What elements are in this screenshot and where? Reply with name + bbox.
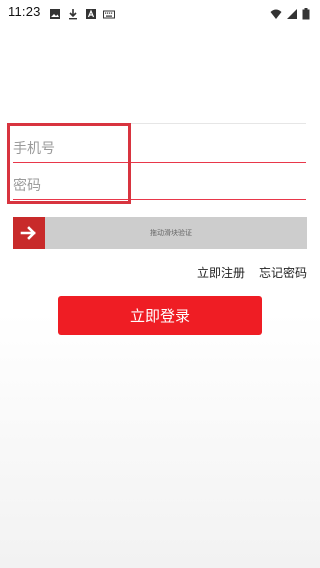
image-icon: [49, 5, 61, 19]
register-link[interactable]: 立即注册: [197, 264, 245, 281]
status-bar: 11:23: [0, 0, 320, 22]
status-time: 11:23: [8, 3, 41, 19]
wifi-icon: [270, 5, 282, 19]
battery-icon: [302, 5, 314, 20]
phone-field[interactable]: [13, 136, 306, 162]
system-icons: [270, 5, 314, 20]
signal-icon: [286, 5, 298, 19]
form-top-divider: [130, 123, 306, 124]
slider-captcha[interactable]: 拖动滑块验证: [13, 217, 307, 249]
password-field[interactable]: [13, 173, 306, 199]
download-icon: [67, 5, 79, 20]
password-underline: [13, 199, 306, 200]
phone-underline: [13, 162, 306, 163]
slider-hint: 拖动滑块验证: [150, 229, 192, 237]
keyboard-icon: [102, 5, 115, 19]
slider-handle[interactable]: [13, 217, 45, 249]
arrow-right-icon: [20, 226, 36, 240]
phone-input[interactable]: [13, 141, 306, 162]
auth-links: 立即注册 忘记密码: [197, 264, 307, 281]
login-button[interactable]: 立即登录: [58, 296, 262, 335]
forgot-password-link[interactable]: 忘记密码: [259, 264, 307, 281]
password-input[interactable]: [13, 178, 306, 199]
notification-icons: [49, 5, 115, 20]
font-icon: [85, 5, 97, 19]
